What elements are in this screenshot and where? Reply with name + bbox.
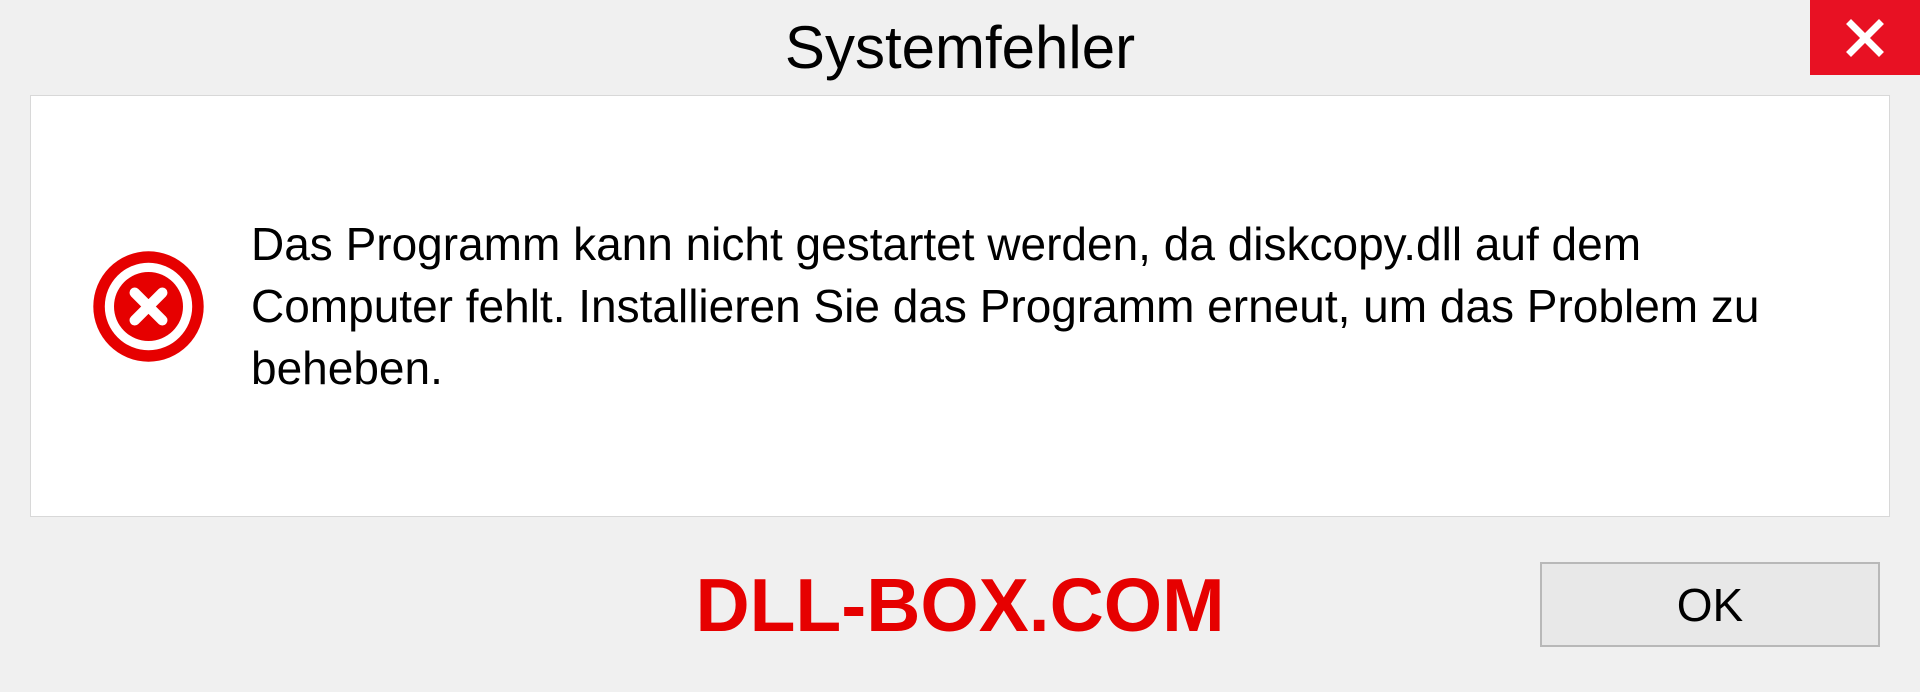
close-button[interactable] (1810, 0, 1920, 75)
content-area: Das Programm kann nicht gestartet werden… (30, 95, 1890, 517)
footer: DLL-BOX.COM OK (0, 517, 1920, 692)
error-message: Das Programm kann nicht gestartet werden… (251, 213, 1829, 399)
titlebar: Systemfehler (0, 0, 1920, 95)
dialog-title: Systemfehler (785, 13, 1135, 82)
close-icon (1844, 17, 1886, 59)
watermark-text: DLL-BOX.COM (695, 562, 1224, 648)
error-dialog: Systemfehler Das Programm kann nicht ges… (0, 0, 1920, 692)
ok-button[interactable]: OK (1540, 562, 1880, 647)
error-icon (91, 249, 206, 364)
